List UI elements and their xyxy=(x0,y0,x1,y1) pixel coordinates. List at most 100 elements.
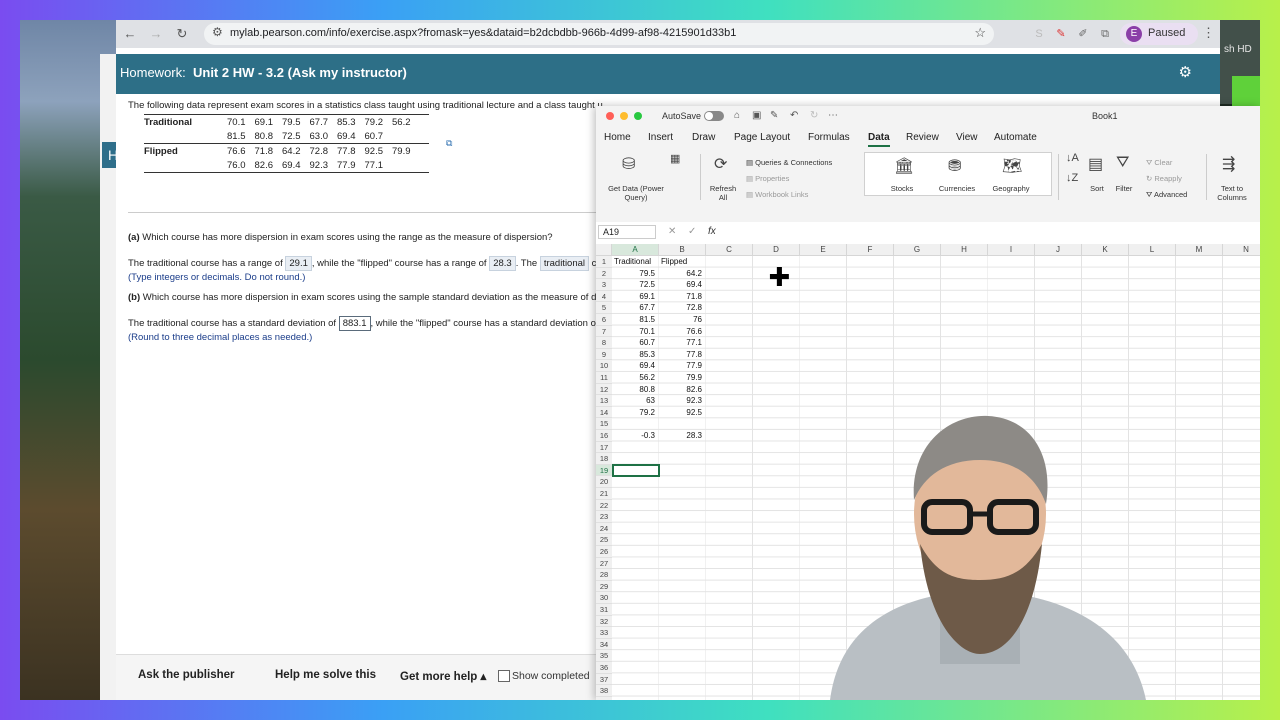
extensions-puzzle-icon[interactable]: ⧉ xyxy=(1096,25,1114,43)
queries-connections-button[interactable]: ▤ Queries & Connections xyxy=(746,158,832,167)
pen-extension-icon[interactable]: ✎ xyxy=(1052,25,1070,43)
row-header[interactable]: 22 xyxy=(596,499,612,512)
spreadsheet-cell[interactable]: 92.3 xyxy=(661,395,702,406)
spreadsheet-cell[interactable]: Flipped xyxy=(661,256,702,267)
row-header[interactable]: 13 xyxy=(596,395,612,407)
spreadsheet-cell[interactable]: 69.4 xyxy=(614,360,655,371)
filter-button[interactable]: Filter xyxy=(1112,184,1136,193)
spreadsheet-cell[interactable]: 71.8 xyxy=(661,291,702,302)
clear-filter-button[interactable]: ⛛ Clear xyxy=(1146,158,1172,168)
filter-icon[interactable]: ⛛ xyxy=(1116,154,1129,172)
row-header[interactable]: 23 xyxy=(596,511,612,523)
row-header[interactable]: 34 xyxy=(596,638,612,651)
row-header[interactable]: 1 xyxy=(596,256,612,268)
workbook-links-button[interactable]: ▤ Workbook Links xyxy=(746,190,808,199)
forward-arrow-icon[interactable]: → xyxy=(146,24,166,44)
show-completed-checkbox[interactable] xyxy=(498,670,510,682)
row-header[interactable]: 10 xyxy=(596,360,612,372)
row-header[interactable]: 28 xyxy=(596,569,612,581)
tab-data[interactable]: Data xyxy=(868,132,890,147)
advanced-filter-button[interactable]: ⛛ Advanced xyxy=(1146,190,1187,200)
row-header[interactable]: 39 xyxy=(596,696,612,700)
refresh-icon[interactable]: ⟳ xyxy=(714,154,727,174)
sort-icon[interactable]: ▤ xyxy=(1088,154,1103,174)
column-header-c[interactable]: C xyxy=(706,244,753,256)
enter-icon[interactable]: ✓ xyxy=(688,226,696,237)
row-header[interactable]: 3 xyxy=(596,279,612,291)
row-header[interactable]: 11 xyxy=(596,372,612,384)
autosave-toggle[interactable] xyxy=(704,111,724,121)
undo-icon[interactable]: ↶ xyxy=(790,110,798,121)
browser-menu-icon[interactable]: ⋮ xyxy=(1202,25,1215,41)
row-header[interactable]: 12 xyxy=(596,383,612,396)
stocks-button[interactable]: Stocks xyxy=(884,184,920,193)
column-header-a[interactable]: A xyxy=(612,244,659,256)
course-choice-dropdown[interactable]: traditional xyxy=(539,256,590,271)
column-header-h[interactable]: H xyxy=(941,244,988,256)
spreadsheet-cell[interactable]: 60.7 xyxy=(614,337,655,348)
tab-review[interactable]: Review xyxy=(906,132,939,143)
column-header-n[interactable]: N xyxy=(1223,244,1260,256)
settings-gear-icon[interactable]: ⚙ xyxy=(1179,63,1192,81)
sort-button[interactable]: Sort xyxy=(1086,184,1108,193)
flipped-range-answer[interactable]: 28.3 xyxy=(489,256,516,271)
row-header[interactable]: 6 xyxy=(596,314,612,326)
table-icon[interactable]: ▦ xyxy=(670,152,680,165)
home-icon[interactable]: ⌂ xyxy=(734,110,740,121)
column-header-b[interactable]: B xyxy=(659,244,706,256)
spreadsheet-cell[interactable]: 76 xyxy=(661,314,702,325)
tab-home[interactable]: Home xyxy=(604,132,631,143)
site-settings-icon[interactable]: ⚙ xyxy=(212,25,223,39)
profile-button[interactable]: E Paused xyxy=(1120,23,1198,45)
spreadsheet-cell[interactable]: 67.7 xyxy=(614,302,655,313)
spreadsheet-cell[interactable]: 70.1 xyxy=(614,326,655,337)
column-header-g[interactable]: G xyxy=(894,244,941,256)
row-header[interactable]: 31 xyxy=(596,604,612,616)
spreadsheet-cell[interactable]: Traditional xyxy=(614,256,655,267)
spreadsheet-cell[interactable]: 69.4 xyxy=(661,279,702,290)
column-header-m[interactable]: M xyxy=(1176,244,1223,256)
tab-formulas[interactable]: Formulas xyxy=(808,132,850,143)
row-header[interactable]: 33 xyxy=(596,627,612,639)
select-all-corner[interactable] xyxy=(596,244,612,256)
row-header[interactable]: 29 xyxy=(596,580,612,593)
row-header[interactable]: 32 xyxy=(596,615,612,628)
row-header[interactable]: 2 xyxy=(596,267,612,280)
active-cell-a19[interactable] xyxy=(612,463,660,478)
edit-extension-icon[interactable]: ✐ xyxy=(1074,25,1092,43)
sort-descending-icon[interactable]: ↓Z xyxy=(1066,172,1078,184)
row-header[interactable]: 14 xyxy=(596,406,612,419)
column-header-k[interactable]: K xyxy=(1082,244,1129,256)
spreadsheet-cell[interactable]: 77.1 xyxy=(661,337,702,348)
spreadsheet-cell[interactable]: 72.5 xyxy=(614,279,655,290)
sort-ascending-icon[interactable]: ↓A xyxy=(1066,152,1079,164)
close-window-icon[interactable] xyxy=(606,112,614,120)
row-header[interactable]: 38 xyxy=(596,685,612,697)
ask-publisher-button[interactable]: Ask the publisher xyxy=(138,669,235,681)
reload-icon[interactable]: ↻ xyxy=(172,24,192,44)
row-header[interactable]: 17 xyxy=(596,441,612,454)
spreadsheet-cell[interactable]: 79.2 xyxy=(614,407,655,418)
get-data-icon[interactable]: ⛁ xyxy=(622,154,635,174)
text-to-columns-icon[interactable]: ⇶ xyxy=(1222,154,1235,174)
address-bar[interactable]: ⚙ mylab.pearson.com/info/exercise.aspx?f… xyxy=(204,23,994,45)
spreadsheet-cell[interactable]: 69.1 xyxy=(614,291,655,302)
tab-insert[interactable]: Insert xyxy=(648,132,673,143)
refresh-all-button[interactable]: Refresh All xyxy=(706,184,740,202)
spreadsheet-cell[interactable]: 76.6 xyxy=(661,326,702,337)
row-header[interactable]: 24 xyxy=(596,522,612,535)
reapply-filter-button[interactable]: ↻ Reapply xyxy=(1146,174,1182,183)
row-header[interactable]: 19 xyxy=(596,464,612,477)
row-header[interactable]: 27 xyxy=(596,557,612,570)
properties-button[interactable]: ▤ Properties xyxy=(746,174,789,183)
fx-icon[interactable]: fx xyxy=(708,226,716,237)
save-icon[interactable]: ▣ xyxy=(752,110,761,121)
bookmark-star-icon[interactable]: ☆ xyxy=(974,25,986,41)
tab-automate[interactable]: Automate xyxy=(994,132,1037,143)
row-header[interactable]: 20 xyxy=(596,476,612,488)
more-help-button[interactable]: Get more help ▴ xyxy=(400,669,486,683)
column-header-j[interactable]: J xyxy=(1035,244,1082,256)
row-header[interactable]: 21 xyxy=(596,488,612,500)
text-to-columns-button[interactable]: Text to Columns xyxy=(1210,184,1254,202)
row-header[interactable]: 8 xyxy=(596,337,612,349)
